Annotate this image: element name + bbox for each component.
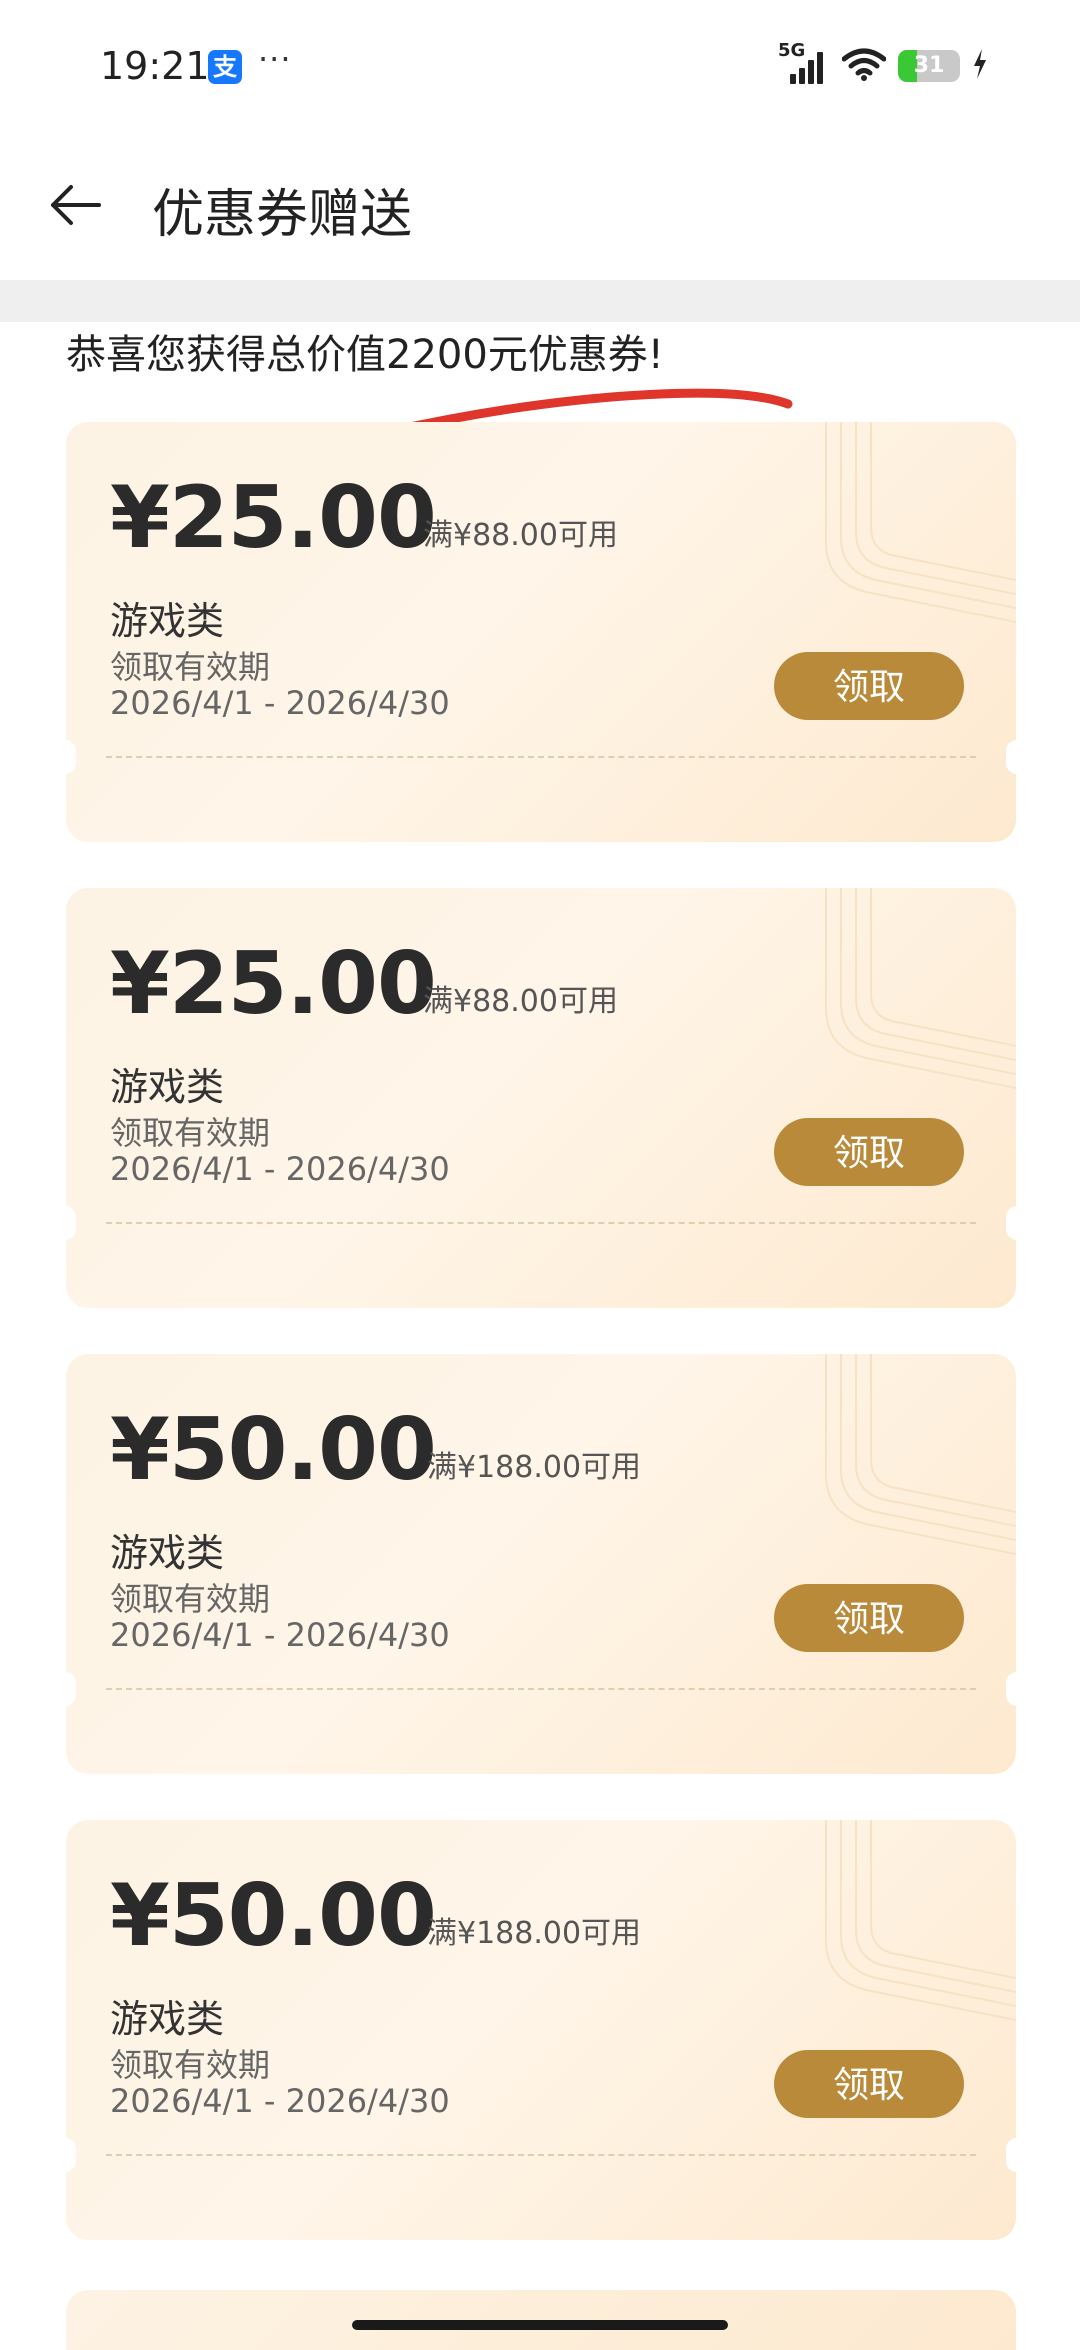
card-notch <box>1006 1672 1016 1706</box>
card-notch <box>66 1672 76 1706</box>
coupon-condition: 满¥188.00可用 <box>427 1916 642 1951</box>
coupon-validity-range: 2026/4/1 - 2026/4/30 <box>110 2082 450 2120</box>
card-notch <box>1006 1206 1016 1240</box>
more-notifications-icon: ··· <box>258 40 292 78</box>
coupon-amount: ¥25.00 <box>110 468 437 568</box>
coupon-card: ¥50.00 满¥188.00可用 游戏类 领取有效期 2026/4/1 - 2… <box>66 1820 1016 2240</box>
back-button[interactable] <box>40 170 110 240</box>
coupon-category: 游戏类 <box>110 1531 225 1575</box>
wifi-icon <box>841 47 887 85</box>
coupon-amount: ¥25.00 <box>110 934 437 1034</box>
app-header: 优惠券赠送 <box>0 140 1080 280</box>
card-notch <box>66 2138 76 2172</box>
coupon-validity-range: 2026/4/1 - 2026/4/30 <box>110 1616 450 1654</box>
status-time: 19:21 <box>100 44 210 88</box>
section-divider <box>0 280 1080 322</box>
coupon-category: 游戏类 <box>110 1065 225 1109</box>
status-bar: 19:21 支 ··· 5G 31 <box>0 0 1080 140</box>
signal-icon: 5G <box>778 40 830 86</box>
card-decoration <box>825 888 1016 1089</box>
claim-button[interactable]: 领取 <box>774 1118 964 1186</box>
home-indicator[interactable] <box>352 2320 728 2330</box>
perforation-line <box>106 1688 976 1690</box>
claim-button[interactable]: 领取 <box>774 1584 964 1652</box>
perforation-line <box>106 2154 976 2156</box>
coupon-validity-label: 领取有效期 <box>110 1580 271 1618</box>
page-title: 优惠券赠送 <box>152 185 413 245</box>
claim-button[interactable]: 领取 <box>774 2050 964 2118</box>
charging-bolt-icon <box>972 49 988 83</box>
card-decoration <box>825 1820 1016 2021</box>
coupon-card: ¥25.00 满¥88.00可用 游戏类 领取有效期 2026/4/1 - 20… <box>66 422 1016 842</box>
coupon-condition: 满¥88.00可用 <box>423 518 618 553</box>
alipay-icon: 支 <box>208 50 242 84</box>
claim-button[interactable]: 领取 <box>774 652 964 720</box>
status-indicators: 5G 31 <box>778 40 988 88</box>
battery-indicator: 31 <box>898 50 960 82</box>
card-notch <box>1006 2138 1016 2172</box>
perforation-line <box>106 756 976 758</box>
coupon-amount: ¥50.00 <box>110 1866 437 1966</box>
coupon-validity-label: 领取有效期 <box>110 648 271 686</box>
card-decoration <box>825 1354 1016 1555</box>
coupon-validity-range: 2026/4/1 - 2026/4/30 <box>110 684 450 722</box>
coupon-card: ¥50.00 满¥188.00可用 游戏类 领取有效期 2026/4/1 - 2… <box>66 1354 1016 1774</box>
coupon-validity-label: 领取有效期 <box>110 1114 271 1152</box>
card-decoration <box>825 422 1016 623</box>
coupon-amount: ¥50.00 <box>110 1400 437 1500</box>
coupon-card: ¥25.00 满¥88.00可用 游戏类 领取有效期 2026/4/1 - 20… <box>66 888 1016 1308</box>
card-notch <box>66 740 76 774</box>
card-notch <box>66 1206 76 1240</box>
coupon-category: 游戏类 <box>110 1997 225 2041</box>
congrats-message: 恭喜您获得总价值2200元优惠券! <box>66 332 664 378</box>
card-notch <box>1006 740 1016 774</box>
battery-level: 31 <box>913 53 945 78</box>
coupon-condition: 满¥88.00可用 <box>423 984 618 1019</box>
arrow-left-icon <box>51 185 101 225</box>
coupon-validity-label: 领取有效期 <box>110 2046 271 2084</box>
coupon-list: ¥25.00 满¥88.00可用 游戏类 领取有效期 2026/4/1 - 20… <box>66 422 1016 2286</box>
perforation-line <box>106 1222 976 1224</box>
coupon-category: 游戏类 <box>110 599 225 643</box>
coupon-condition: 满¥188.00可用 <box>427 1450 642 1485</box>
coupon-validity-range: 2026/4/1 - 2026/4/30 <box>110 1150 450 1188</box>
